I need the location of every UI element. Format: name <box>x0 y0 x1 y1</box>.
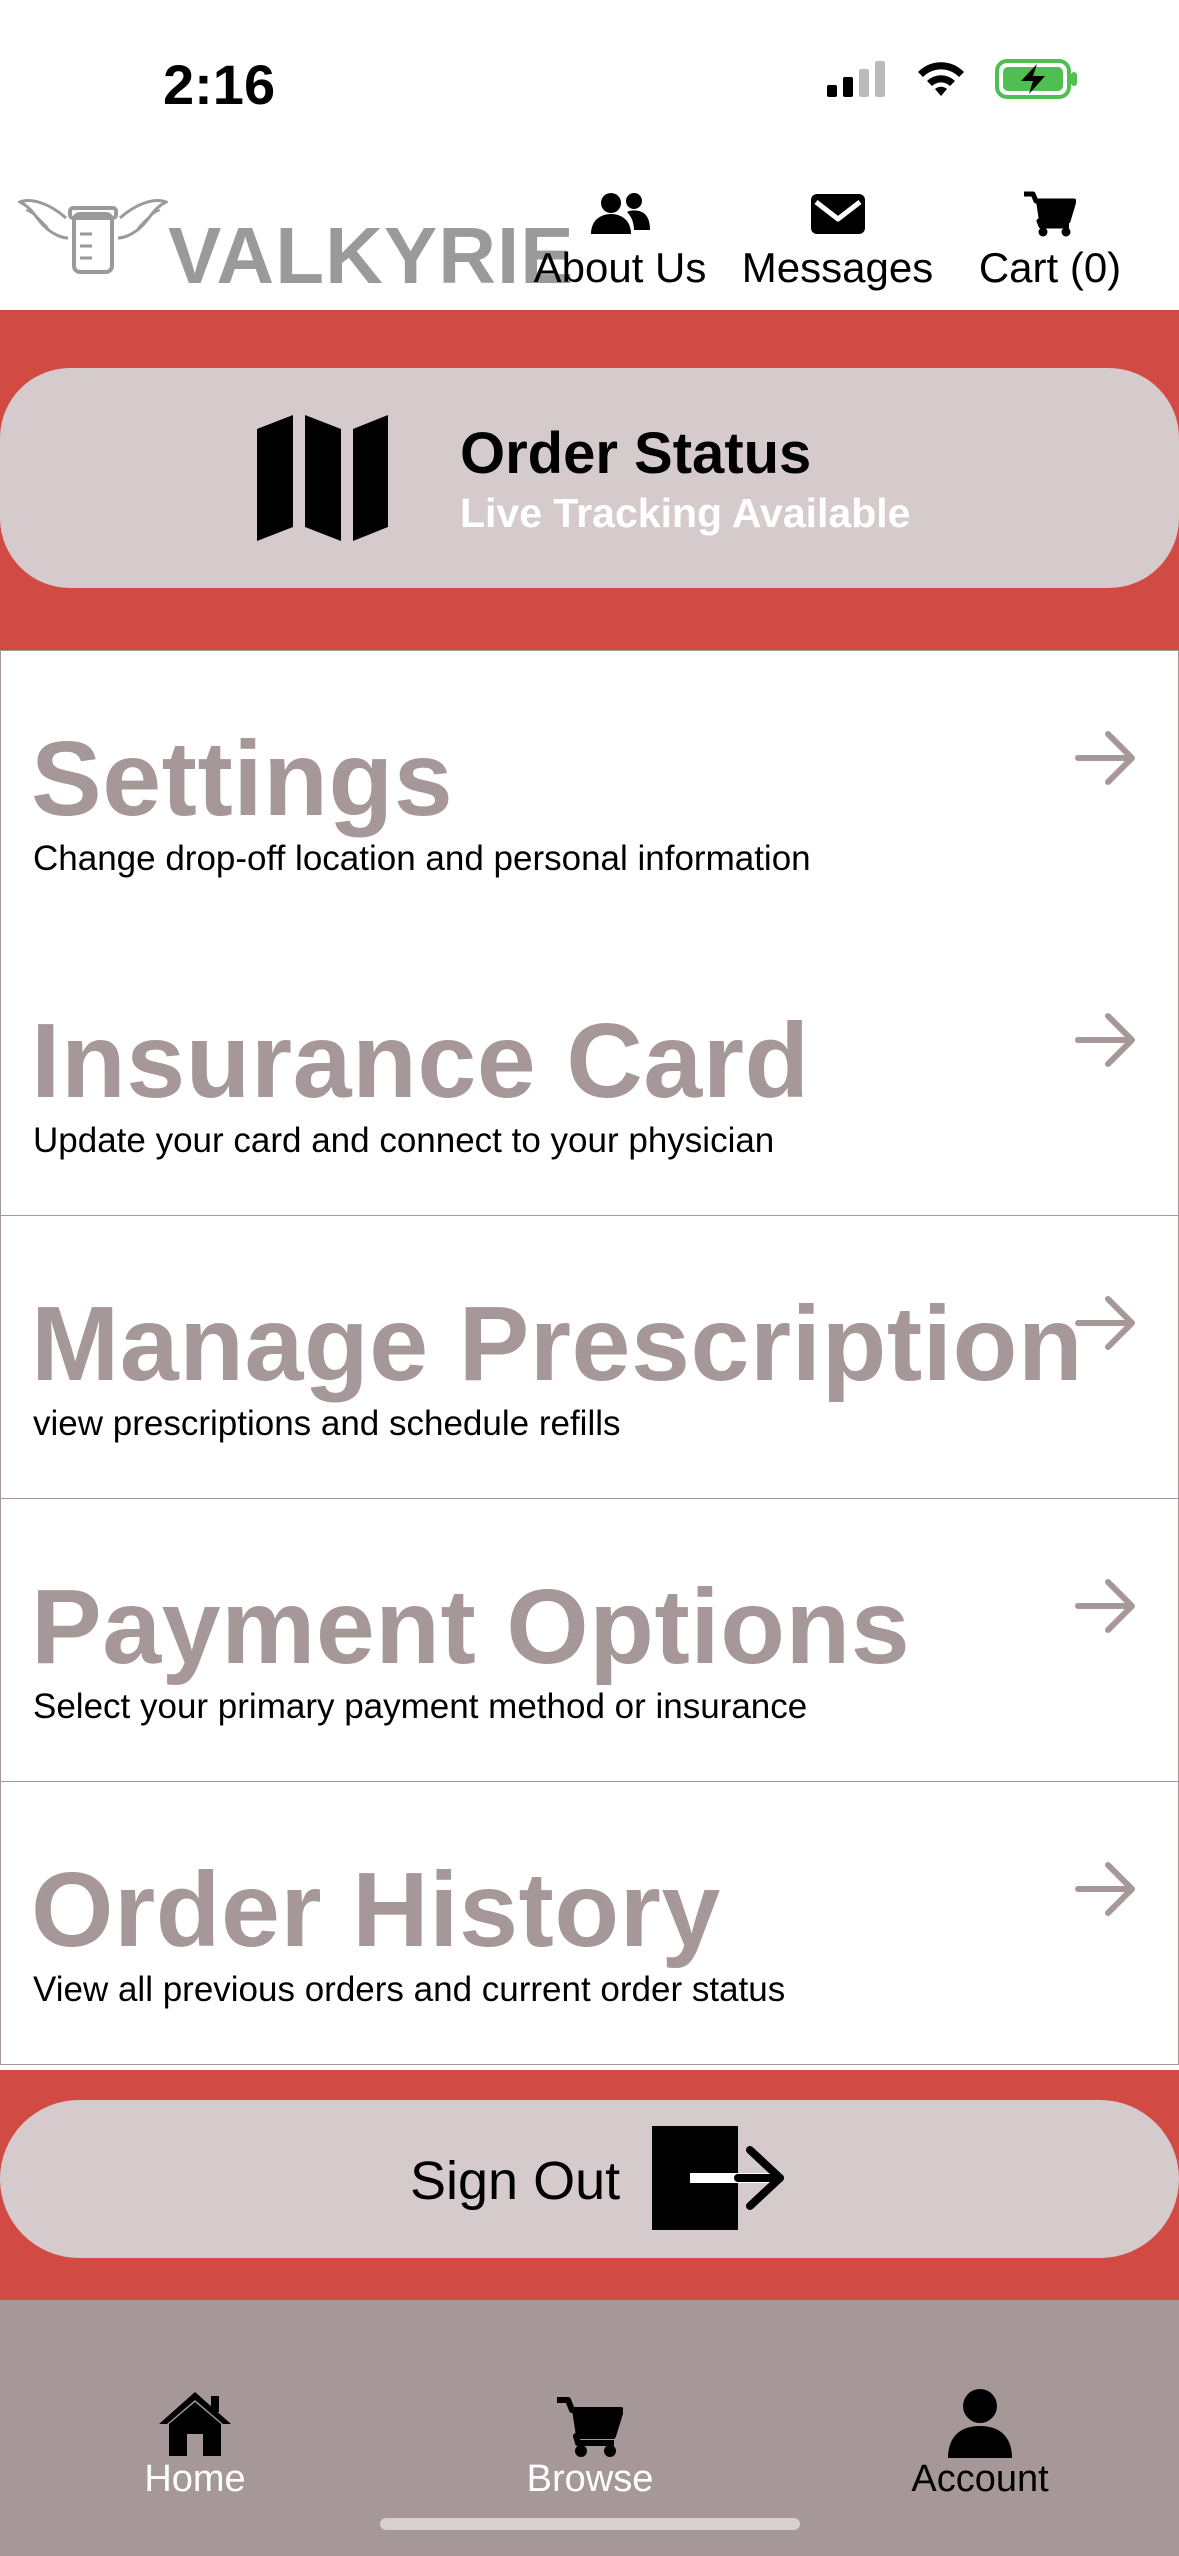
menu-item-description: Update your card and connect to your phy… <box>33 1121 775 1160</box>
nav-messages-label: Messages <box>741 244 934 291</box>
nav-cart-label: Cart (0) <box>978 244 1122 291</box>
nav-about-us-label: About Us <box>533 244 707 291</box>
menu-item-title: Manage Prescription <box>31 1285 1084 1403</box>
valkyrie-logo[interactable]: VALKYRIE <box>18 188 574 300</box>
arrow-right-icon <box>1075 1013 1135 1067</box>
status-bar: 2:16 <box>0 0 1179 170</box>
user-icon <box>948 2389 1012 2458</box>
status-time: 2:16 <box>163 53 276 116</box>
app-header: VALKYRIE About Us Messages Cart (0) <box>0 170 1179 310</box>
arrow-right-icon <box>1075 1579 1135 1633</box>
menu-item-insurance-card[interactable]: Insurance Card Update your card and conn… <box>0 933 1179 1216</box>
tab-home[interactable]: Home <box>45 2380 345 2501</box>
tab-home-label: Home <box>144 2458 246 2500</box>
menu-item-description: View all previous orders and current ord… <box>33 1970 786 2009</box>
users-icon <box>591 193 650 234</box>
menu-item-title: Insurance Card <box>31 1002 810 1120</box>
menu-item-title: Payment Options <box>31 1568 911 1686</box>
menu-item-description: Select your primary payment method or in… <box>33 1687 808 1726</box>
cart-icon <box>1024 191 1076 237</box>
tab-browse-label: Browse <box>526 2458 654 2500</box>
brand-name: VALKYRIE <box>168 211 575 300</box>
wifi-icon <box>918 62 964 96</box>
menu-item-manage-prescription[interactable]: Manage Prescription view prescriptions a… <box>0 1216 1179 1499</box>
menu-item-description: Change drop-off location and personal in… <box>33 839 811 878</box>
status-icons <box>827 58 1079 100</box>
menu-item-order-history[interactable]: Order History View all previous orders a… <box>0 1782 1179 2065</box>
menu-item-payment-options[interactable]: Payment Options Select your primary paym… <box>0 1499 1179 1782</box>
menu-item-title: Order History <box>31 1851 721 1969</box>
tab-account-label: Account <box>911 2458 1049 2500</box>
order-status-title: Order Status <box>460 421 812 486</box>
menu-item-description: view prescriptions and schedule refills <box>33 1404 621 1443</box>
nav-about-us[interactable]: About Us <box>530 184 710 292</box>
home-icon <box>159 2392 231 2456</box>
arrow-right-icon <box>1075 731 1135 785</box>
sign-out-icon <box>652 2126 784 2230</box>
sign-out-label: Sign Out <box>410 2151 621 2211</box>
sign-out-button[interactable]: Sign Out <box>0 2100 1179 2258</box>
winged-cup-logo-icon <box>18 199 168 274</box>
menu-item-title: Settings <box>31 720 454 838</box>
menu-item-settings[interactable]: Settings Change drop-off location and pe… <box>0 650 1179 934</box>
tab-account[interactable]: Account <box>830 2380 1130 2501</box>
nav-messages[interactable]: Messages <box>735 184 940 292</box>
envelope-icon <box>810 194 865 234</box>
tab-browse[interactable]: Browse <box>440 2380 740 2501</box>
map-icon <box>257 415 388 541</box>
arrow-right-icon <box>1075 1862 1135 1916</box>
cart-icon <box>557 2397 623 2457</box>
battery-charging-icon <box>995 59 1077 99</box>
order-status-card[interactable]: Order Status Live Tracking Available <box>0 368 1179 588</box>
nav-cart[interactable]: Cart (0) <box>965 184 1135 292</box>
order-status-subtitle: Live Tracking Available <box>460 490 911 536</box>
home-indicator[interactable] <box>380 2518 800 2530</box>
arrow-right-icon <box>1075 1296 1135 1350</box>
signal-icon <box>827 61 885 97</box>
